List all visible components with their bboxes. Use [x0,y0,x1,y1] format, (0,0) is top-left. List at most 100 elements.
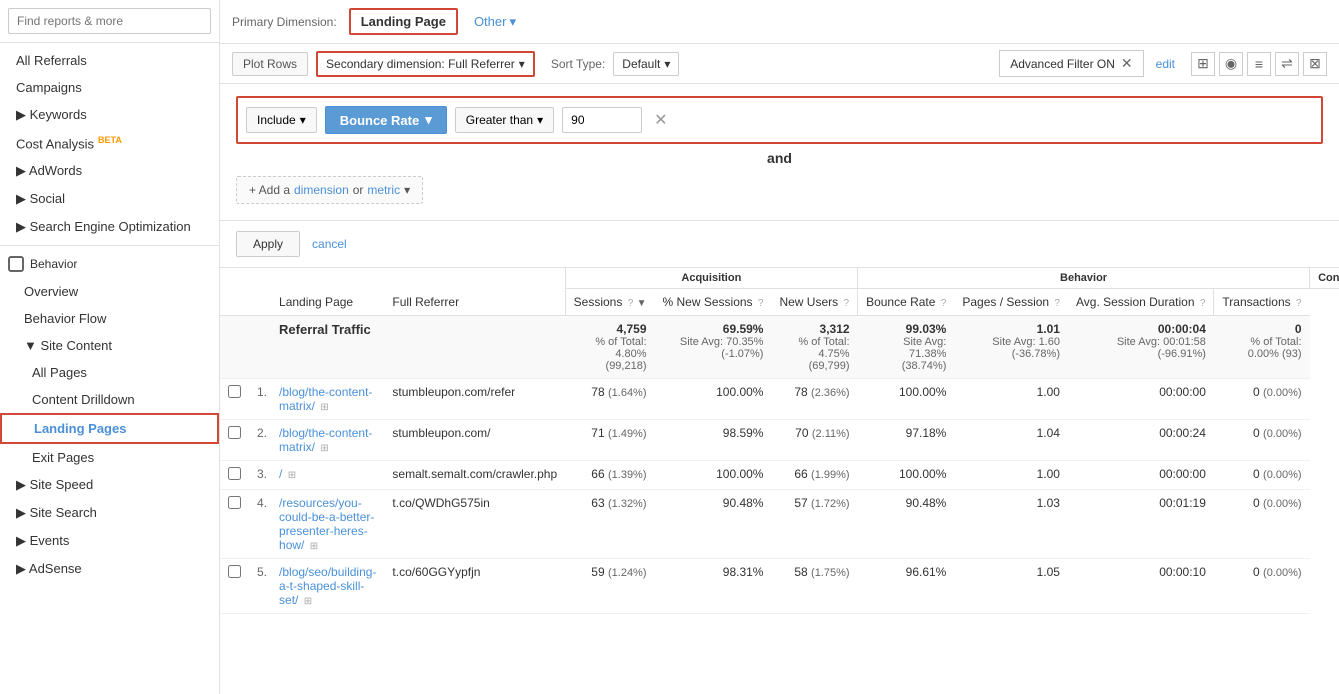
row-pct-new: 98.31% [655,559,772,614]
greater-than-button[interactable]: Greater than ▾ [455,107,554,133]
sidebar-item-events[interactable]: ▶ Events [0,527,219,555]
sidebar-item-site-speed[interactable]: ▶ Site Speed [0,471,219,499]
include-button[interactable]: Include ▾ [246,107,317,133]
row-referrer: semalt.semalt.com/crawler.php [384,461,565,490]
filter-and-label: and [236,144,1323,172]
sidebar-item-cost-analysis[interactable]: Cost AnalysisBETA [0,129,219,157]
row-avg-session: 00:01:19 [1068,490,1214,559]
ext-link-icon[interactable]: ⊞ [320,402,328,413]
ext-link-icon[interactable]: ⊞ [320,443,328,454]
summary-pages-session-cell: 1.01 Site Avg: 1.60 (-36.78%) [954,316,1068,379]
secondary-dim-select[interactable]: Secondary dimension: Full Referrer ▾ [316,51,535,77]
summary-transactions-cell: 0 % of Total: 0.00% (93) [1214,316,1310,379]
col-pct-new-sessions-header[interactable]: % New Sessions ? [655,289,772,316]
col-transactions-header[interactable]: Transactions ? [1214,289,1310,316]
sidebar-item-content-drilldown[interactable]: Content Drilldown [0,386,219,413]
bounce-rate-button[interactable]: Bounce Rate ▾ [325,106,447,134]
sidebar-item-exit-pages[interactable]: Exit Pages [0,444,219,471]
compare-view-icon[interactable]: ⇌ [1275,52,1299,76]
summary-pages-session-value: 1.01 [962,322,1060,336]
sidebar-item-behavior-flow[interactable]: Behavior Flow [0,305,219,332]
referrer-value: t.co/60GGYypfjn [392,565,480,579]
row-checkbox[interactable] [220,559,249,614]
col-landing-page-header[interactable]: Landing Page [271,268,384,316]
primary-dim-label: Primary Dimension: [232,15,337,29]
row-avg-session: 00:00:10 [1068,559,1214,614]
grid-view-icon[interactable]: ⊞ [1191,52,1215,76]
row-bounce-rate: 90.48% [858,490,955,559]
sidebar: All Referrals Campaigns ▶ Keywords Cost … [0,0,220,694]
sidebar-item-overview[interactable]: Overview [0,278,219,305]
sidebar-item-campaigns[interactable]: Campaigns [0,74,219,101]
apply-button[interactable]: Apply [236,231,300,257]
col-full-referrer-header[interactable]: Full Referrer [384,268,565,316]
row-pages-session: 1.03 [954,490,1068,559]
filter-remove-icon[interactable]: ✕ [654,110,667,130]
row-checkbox[interactable] [220,490,249,559]
landing-page-tab[interactable]: Landing Page [349,8,458,35]
secondary-dim-label: Secondary dimension: Full Referrer [326,57,515,71]
metric-link[interactable]: metric [367,183,400,197]
add-btn-label: + Add a [249,183,290,197]
plot-rows-button[interactable]: Plot Rows [232,52,308,76]
sidebar-item-all-pages[interactable]: All Pages [0,359,219,386]
summary-transactions-sub: % of Total: 0.00% (93) [1222,336,1302,360]
referrer-value: stumbleupon.com/refer [392,385,515,399]
row-referrer: stumbleupon.com/refer [384,379,565,420]
filter-row: Include ▾ Bounce Rate ▾ Greater than ▾ ✕ [236,96,1323,144]
row-num: 4. [249,490,271,559]
ext-link-icon[interactable]: ⊞ [310,541,318,552]
sort-type-select[interactable]: Default ▾ [613,52,679,76]
cancel-link[interactable]: cancel [312,237,347,251]
row-bounce-rate: 97.18% [858,420,955,461]
summary-bounce-rate-value: 99.03% [866,322,947,336]
row-checkbox[interactable] [220,461,249,490]
sidebar-item-site-search[interactable]: ▶ Site Search [0,499,219,527]
pie-view-icon[interactable]: ◉ [1219,52,1243,76]
search-input[interactable] [8,8,211,34]
ext-link-icon[interactable]: ⊞ [304,596,312,607]
other-btn[interactable]: Other ▾ [466,10,524,34]
referrer-value: stumbleupon.com/ [392,426,490,440]
sidebar-item-social[interactable]: ▶ Social [0,185,219,213]
sidebar-item-adwords[interactable]: ▶ AdWords [0,157,219,185]
sidebar-item-adsense[interactable]: ▶ AdSense [0,555,219,583]
summary-label: Referral Traffic [279,322,371,337]
filter-close-icon[interactable]: ✕ [1121,55,1133,72]
sidebar-item-site-content[interactable]: ▼ Site Content [0,332,219,359]
search-box[interactable] [0,0,219,43]
dimension-link[interactable]: dimension [294,183,349,197]
sort-type-label: Sort Type: [551,57,605,71]
col-avg-session-header[interactable]: Avg. Session Duration ? [1068,289,1214,316]
pivot-view-icon[interactable]: ⊠ [1303,52,1327,76]
bounce-rate-arrow-icon: ▾ [425,112,432,128]
row-sessions: 63 (1.32%) [565,490,654,559]
row-checkbox[interactable] [220,420,249,461]
sidebar-item-seo[interactable]: ▶ Search Engine Optimization [0,213,219,241]
summary-sessions-cell: 4,759 % of Total: 4.80% (99,218) [565,316,654,379]
help-icon-bounce-rate: ? [941,298,947,309]
sidebar-item-keywords[interactable]: ▶ Keywords [0,101,219,129]
edit-filter-link[interactable]: edit [1156,57,1175,71]
include-arrow-icon: ▾ [300,113,306,127]
sidebar-item-landing-pages[interactable]: Landing Pages [0,413,219,444]
landing-page-link[interactable]: /resources/you-could-be-a-better-present… [279,496,374,552]
col-sessions-header[interactable]: Sessions ? ▼ [565,289,654,316]
landing-page-link[interactable]: /blog/seo/building-a-t-shaped-skill-set/ [279,565,376,607]
row-pages-session: 1.00 [954,379,1068,420]
filter-value-input[interactable] [562,107,642,133]
col-new-users-header[interactable]: New Users ? [771,289,857,316]
col-pages-session-header[interactable]: Pages / Session ? [954,289,1068,316]
table-container: Landing Page Full Referrer Acquisition B… [220,268,1339,614]
row-bounce-rate: 100.00% [858,461,955,490]
sidebar-item-behavior[interactable]: Behavior [0,250,219,278]
landing-page-link[interactable]: / [279,467,282,481]
row-sessions: 59 (1.24%) [565,559,654,614]
col-bounce-rate-header[interactable]: Bounce Rate ? [858,289,955,316]
summary-new-users-value: 3,312 [779,322,849,336]
list-view-icon[interactable]: ≡ [1247,52,1271,76]
row-checkbox[interactable] [220,379,249,420]
add-dimension-button[interactable]: + Add a dimension or metric ▾ [236,176,423,204]
ext-link-icon[interactable]: ⊞ [288,470,296,481]
sidebar-item-all-referrals[interactable]: All Referrals [0,47,219,74]
